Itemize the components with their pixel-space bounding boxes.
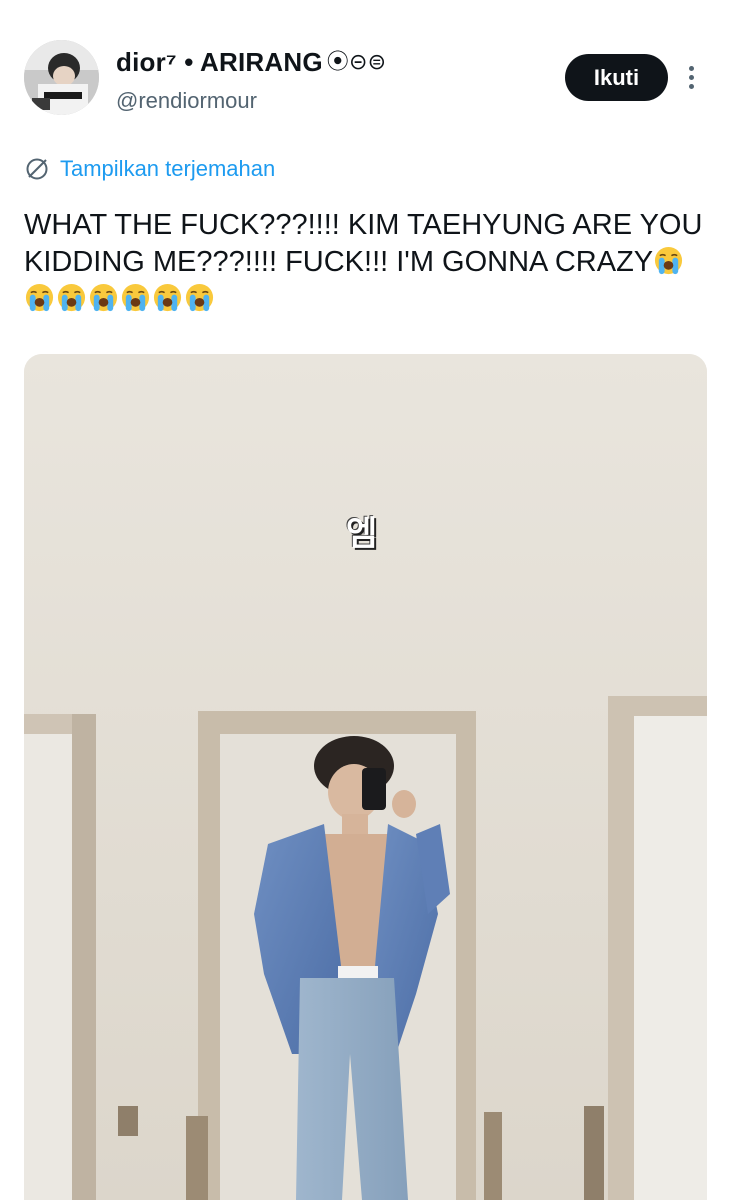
tweet-header: dior⁷ • ARIRANG ⦿⊝⊜ @rendiormour Ikuti [0,0,731,130]
tweet-body: WHAT THE FUCK???!!!! KIM TAEHYUNG ARE YO… [24,209,703,278]
loudly-crying-face-icon [25,283,54,312]
user-handle[interactable]: @rendiormour [116,88,257,114]
loudly-crying-face-icon [121,283,150,312]
more-vertical-icon[interactable] [680,62,702,96]
follow-button[interactable]: Ikuti [565,54,668,101]
translate-link[interactable]: Tampilkan terjemahan [24,153,275,185]
loudly-crying-face-icon [89,283,118,312]
purple-circle-badge-icon: ⦿⊝⊜ [326,49,387,74]
loudly-crying-face-icon [153,283,182,312]
tweet-media-image[interactable]: 엠 [24,354,707,1200]
media-sticker-text: 엠 [346,514,378,554]
loudly-crying-face-icon [655,246,683,275]
loudly-crying-face-icon [185,283,214,312]
display-name[interactable]: dior⁷ • ARIRANG ⦿⊝⊜ [116,44,386,78]
avatar[interactable] [24,40,99,115]
display-name-text: dior⁷ • ARIRANG [116,47,323,77]
translate-globe-icon [26,158,48,180]
translate-label: Tampilkan terjemahan [60,156,276,181]
loudly-crying-face-icon [57,283,86,312]
tweet-text: WHAT THE FUCK???!!!! KIM TAEHYUNG ARE YO… [24,207,704,318]
